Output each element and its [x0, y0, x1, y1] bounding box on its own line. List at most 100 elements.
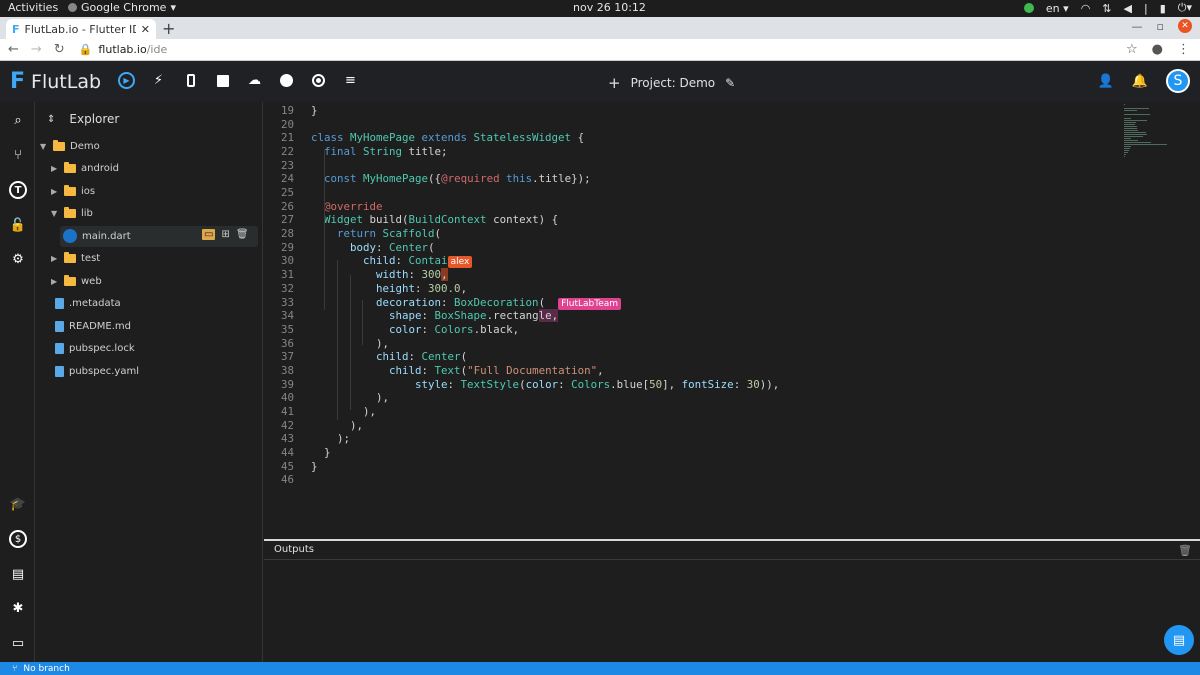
- line-number: 44: [280, 446, 294, 459]
- dollar-icon[interactable]: $: [9, 530, 27, 548]
- profile-icon[interactable]: ●: [1152, 42, 1163, 57]
- window-close-icon[interactable]: ✕: [1178, 19, 1192, 33]
- avatar[interactable]: S: [1166, 69, 1190, 93]
- code-line: style: TextStyle(color: Colors.blue[50],…: [415, 377, 780, 391]
- line-number: 22: [280, 145, 294, 159]
- cast-icon[interactable]: ▭: [9, 634, 27, 652]
- line-number: 33: [280, 295, 294, 309]
- tree-folder-ios[interactable]: ▶ ios: [51, 181, 95, 201]
- minimap-line: [1124, 132, 1146, 133]
- status-bar: ⑂ No branch: [0, 662, 1200, 675]
- indent-guide: [350, 275, 351, 410]
- indent-guide: [324, 150, 325, 310]
- add-icon[interactable]: +: [608, 74, 621, 92]
- indent-guide: [337, 260, 338, 420]
- back-arrow-icon[interactable]: ←: [8, 42, 19, 57]
- edit-pencil-icon[interactable]: ✎: [725, 76, 735, 90]
- folder-icon: [64, 161, 76, 173]
- code-line: height: 300.0,: [376, 281, 468, 295]
- language-indicator[interactable]: en ▾: [1046, 2, 1069, 15]
- code-line: Widget build(BuildContext context) {: [324, 213, 559, 227]
- flutlab-logo[interactable]: F FlutLab: [10, 69, 101, 94]
- restore-icon[interactable]: ▫: [1157, 20, 1164, 33]
- minimap-line: [1124, 138, 1132, 139]
- search-icon[interactable]: ⌕: [9, 111, 27, 129]
- rename-icon[interactable]: ▭: [202, 229, 216, 240]
- minimize-icon[interactable]: —: [1132, 20, 1143, 33]
- project-title[interactable]: + Project: Demo ✎: [608, 74, 735, 92]
- chat-icon[interactable]: ▤: [9, 565, 27, 583]
- minimap-line: [1124, 140, 1139, 141]
- browser-tab[interactable]: F FlutLab.io - Flutter IDE on ✕: [6, 19, 156, 39]
- testing-icon[interactable]: T: [9, 181, 27, 199]
- explorer-panel: ⇕ Explorer ▼ Demo ▶ android ▶ ios ▼ lib main…: [35, 102, 263, 662]
- support-chat-button[interactable]: ▤: [1164, 625, 1194, 655]
- code-line: @override: [324, 199, 383, 213]
- new-tab-button[interactable]: +: [162, 19, 175, 38]
- tab-close-icon[interactable]: ✕: [141, 23, 150, 36]
- line-number: 24: [280, 172, 294, 186]
- line-number: 43: [280, 432, 294, 446]
- app-name: Google Chrome: [81, 1, 167, 14]
- add-user-icon[interactable]: 👤: [1098, 74, 1114, 89]
- wifi-icon: ◠: [1080, 1, 1091, 15]
- tree-file-pubspec-lock[interactable]: pubspec.lock: [55, 338, 135, 358]
- tree-folder-web[interactable]: ▶ web: [51, 271, 102, 291]
- device-icon[interactable]: [182, 72, 199, 89]
- url-field[interactable]: 🔒 flutlab.io/ide: [79, 43, 168, 56]
- source-control-icon[interactable]: ⑂: [9, 146, 27, 164]
- battery-icon: ▮: [1159, 1, 1166, 15]
- record-icon[interactable]: [310, 72, 327, 89]
- app-menu[interactable]: Google Chrome ▾: [68, 1, 176, 14]
- browser-tab-bar: F FlutLab.io - Flutter IDE on ✕ + — ▫ ✕: [0, 17, 1200, 39]
- forward-arrow-icon[interactable]: →: [31, 42, 42, 57]
- gear-icon[interactable]: ⚙: [9, 250, 27, 268]
- power-icon: ⏻▾: [1177, 1, 1192, 14]
- bell-icon[interactable]: 🔔: [1132, 74, 1148, 89]
- github-icon[interactable]: [278, 72, 295, 89]
- minimap[interactable]: [1122, 104, 1172, 164]
- collapse-expand-icon[interactable]: ⇕: [47, 114, 55, 125]
- new-file-icon[interactable]: ⊞: [221, 229, 229, 240]
- code-line: child: Center(: [376, 350, 468, 364]
- clock[interactable]: nov 26 10:12: [573, 1, 646, 14]
- minimap-line: [1124, 122, 1136, 123]
- trash-icon[interactable]: 🗑: [236, 229, 249, 240]
- folder-icon: [64, 274, 76, 286]
- cloud-upload-icon[interactable]: ☁: [246, 72, 263, 89]
- playlist-icon[interactable]: ≡: [342, 72, 359, 89]
- flash-icon[interactable]: ⚡: [150, 72, 167, 89]
- tree-folder-lib[interactable]: ▼ lib: [51, 203, 93, 223]
- line-number: 35: [280, 322, 294, 336]
- os-top-bar: Activities Google Chrome ▾ nov 26 10:12 …: [0, 0, 1200, 17]
- minimap-line: [1124, 134, 1147, 135]
- clear-output-trash-icon[interactable]: 🗑: [1178, 544, 1192, 557]
- mic-icon: |: [1143, 1, 1148, 15]
- tree-file-main-dart[interactable]: main.dart: [63, 226, 131, 246]
- minimap-line: [1124, 148, 1130, 149]
- branch-label[interactable]: No branch: [23, 664, 69, 674]
- minimap-line: [1124, 118, 1131, 119]
- bookmark-star-icon[interactable]: ☆: [1126, 42, 1138, 57]
- menu-kebab-icon[interactable]: ⋮: [1177, 42, 1190, 57]
- tree-folder-android[interactable]: ▶ android: [51, 158, 119, 178]
- tree-folder-demo[interactable]: ▼ Demo: [40, 136, 100, 156]
- code-editor[interactable]: 19} 20 21 class MyHomePage extends Stateles…: [264, 102, 1200, 539]
- tree-file-readme[interactable]: README.md: [55, 316, 131, 336]
- reload-icon[interactable]: ↻: [54, 42, 65, 57]
- save-icon[interactable]: [214, 72, 231, 89]
- minimap-line: [1124, 136, 1144, 137]
- system-tray[interactable]: en ▾ ◠ ⇅ ◀ | ▮ ⏻▾: [1023, 1, 1192, 15]
- caret-down-icon: ▾: [170, 1, 176, 14]
- code-line: decoration: BoxDecoration( FlutLabTeam: [311, 296, 622, 310]
- tree-file-metadata[interactable]: .metadata: [55, 293, 121, 313]
- tree-folder-test[interactable]: ▶ test: [51, 248, 100, 268]
- activities-button[interactable]: Activities: [8, 1, 58, 14]
- tree-file-pubspec-yaml[interactable]: pubspec.yaml: [55, 361, 139, 381]
- minimap-line: [1124, 120, 1147, 121]
- play-icon[interactable]: ▶: [118, 72, 135, 89]
- minimap-line: [1124, 152, 1128, 153]
- unlock-icon[interactable]: 🔓: [9, 216, 27, 234]
- graduation-cap-icon[interactable]: 🎓: [9, 495, 27, 513]
- bug-icon[interactable]: ✱: [9, 599, 27, 617]
